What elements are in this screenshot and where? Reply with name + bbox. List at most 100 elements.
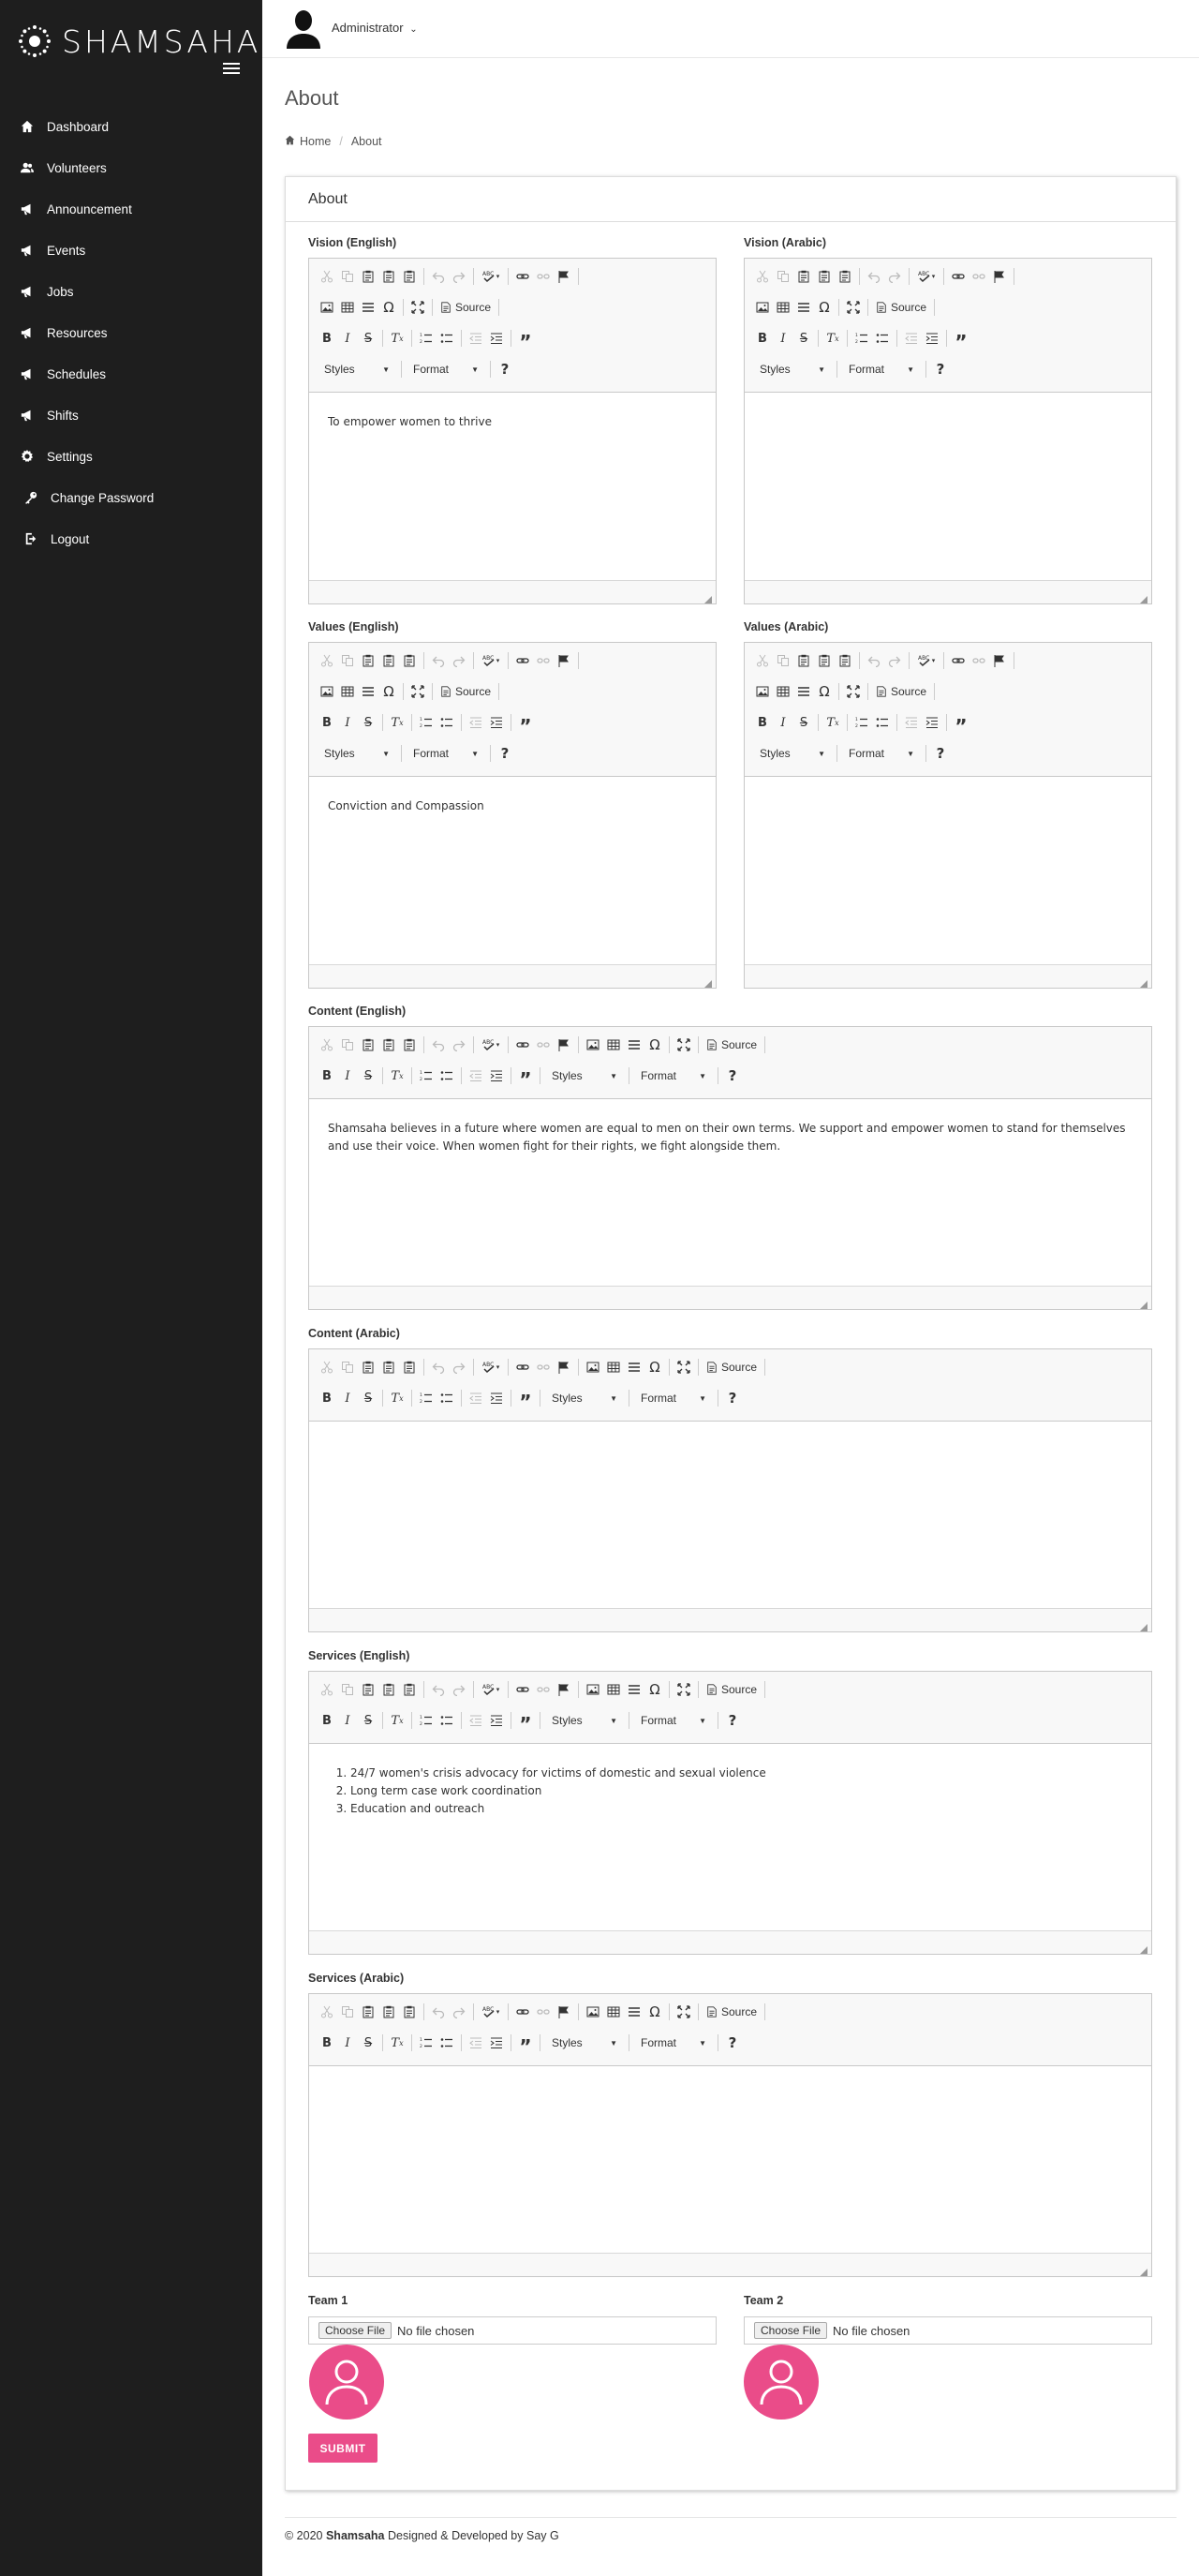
link-icon[interactable] (948, 650, 969, 671)
copy-icon[interactable] (337, 2002, 358, 2022)
paste-icon[interactable] (358, 1035, 378, 1055)
strikethrough-icon[interactable]: S (358, 1388, 378, 1408)
styles-dropdown[interactable]: Styles ▼ (317, 359, 397, 380)
editor-content-area[interactable] (745, 776, 1151, 965)
outdent-icon[interactable] (466, 712, 486, 733)
format-dropdown[interactable]: Format ▼ (406, 359, 486, 380)
breadcrumb-home[interactable]: Home (300, 135, 331, 148)
special-char-icon[interactable]: Ω (644, 1679, 665, 1700)
resize-handle-icon[interactable] (1140, 2265, 1147, 2276)
user-menu[interactable]: Administrator ⌄ (332, 21, 418, 35)
numbered-list-icon[interactable]: 12 (416, 1710, 437, 1731)
horizontal-line-icon[interactable] (624, 2002, 644, 2022)
undo-icon[interactable] (428, 650, 449, 671)
copy-icon[interactable] (337, 1357, 358, 1377)
horizontal-line-icon[interactable] (793, 681, 814, 702)
table-icon[interactable] (603, 1679, 624, 1700)
paste-text-icon[interactable] (814, 266, 835, 287)
table-icon[interactable] (337, 297, 358, 318)
paste-text-icon[interactable] (378, 1035, 399, 1055)
indent-icon[interactable] (922, 712, 942, 733)
remove-format-icon[interactable]: Tx (387, 328, 407, 349)
maximize-icon[interactable] (674, 1035, 694, 1055)
bulleted-list-icon[interactable] (872, 328, 893, 349)
bold-icon[interactable]: B (317, 1065, 337, 1086)
numbered-list-icon[interactable]: 12 (416, 2033, 437, 2053)
strikethrough-icon[interactable]: S (358, 1065, 378, 1086)
indent-icon[interactable] (486, 2033, 507, 2053)
styles-dropdown[interactable]: Styles ▼ (317, 743, 397, 764)
resize-handle-icon[interactable] (1140, 1620, 1147, 1631)
help-icon[interactable]: ? (930, 359, 951, 380)
cut-icon[interactable] (317, 650, 337, 671)
unlink-icon[interactable] (533, 650, 554, 671)
copy-icon[interactable] (337, 650, 358, 671)
source-button[interactable]: Source (872, 681, 930, 702)
editor-content-area[interactable] (309, 1421, 1151, 1609)
nav-item-settings[interactable]: Settings (0, 436, 262, 477)
logo[interactable]: SHAMSAHA (17, 22, 260, 60)
link-icon[interactable] (512, 1679, 533, 1700)
paste-icon[interactable] (358, 650, 378, 671)
copy-icon[interactable] (337, 1679, 358, 1700)
undo-icon[interactable] (428, 2002, 449, 2022)
maximize-icon[interactable] (407, 297, 428, 318)
submit-button[interactable]: SUBMIT (308, 2434, 377, 2463)
strikethrough-icon[interactable]: S (793, 328, 814, 349)
paste-icon[interactable] (793, 266, 814, 287)
image-icon[interactable] (317, 297, 337, 318)
horizontal-line-icon[interactable] (624, 1679, 644, 1700)
user-avatar-icon[interactable] (287, 7, 320, 49)
table-icon[interactable] (773, 681, 793, 702)
italic-icon[interactable]: I (337, 1710, 358, 1731)
spellcheck-icon[interactable]: ABC ▾ (478, 650, 504, 671)
strikethrough-icon[interactable]: S (358, 328, 378, 349)
editor-content-area[interactable]: To empower women to thrive (309, 392, 716, 581)
italic-icon[interactable]: I (773, 712, 793, 733)
special-char-icon[interactable]: Ω (378, 297, 399, 318)
editor-content-area[interactable] (309, 2065, 1151, 2254)
bulleted-list-icon[interactable] (437, 1065, 457, 1086)
cut-icon[interactable] (752, 266, 773, 287)
unlink-icon[interactable] (533, 1679, 554, 1700)
paste-word-icon[interactable] (835, 650, 855, 671)
anchor-flag-icon[interactable] (554, 650, 574, 671)
resize-handle-icon[interactable] (704, 976, 712, 988)
outdent-icon[interactable] (466, 328, 486, 349)
table-icon[interactable] (773, 297, 793, 318)
link-icon[interactable] (512, 650, 533, 671)
spellcheck-icon[interactable]: ABC ▾ (913, 266, 940, 287)
cut-icon[interactable] (752, 650, 773, 671)
format-dropdown[interactable]: Format ▼ (633, 1388, 714, 1408)
link-icon[interactable] (512, 266, 533, 287)
copy-icon[interactable] (337, 1035, 358, 1055)
cut-icon[interactable] (317, 1357, 337, 1377)
copy-icon[interactable] (773, 266, 793, 287)
format-dropdown[interactable]: Format ▼ (633, 1065, 714, 1086)
source-button[interactable]: Source (703, 1679, 761, 1700)
source-button[interactable]: Source (872, 297, 930, 318)
menu-toggle-icon[interactable] (223, 63, 240, 76)
numbered-list-icon[interactable]: 12 (416, 712, 437, 733)
nav-item-resources[interactable]: Resources (0, 312, 262, 353)
bulleted-list-icon[interactable] (872, 712, 893, 733)
image-icon[interactable] (317, 681, 337, 702)
help-icon[interactable]: ? (722, 1710, 743, 1731)
special-char-icon[interactable]: Ω (814, 297, 835, 318)
bulleted-list-icon[interactable] (437, 1388, 457, 1408)
special-char-icon[interactable]: Ω (644, 2002, 665, 2022)
special-char-icon[interactable]: Ω (378, 681, 399, 702)
spellcheck-icon[interactable]: ABC ▾ (478, 266, 504, 287)
paste-text-icon[interactable] (814, 650, 835, 671)
bold-icon[interactable]: B (317, 328, 337, 349)
outdent-icon[interactable] (466, 1065, 486, 1086)
bold-icon[interactable]: B (752, 328, 773, 349)
nav-item-change-password[interactable]: Change Password (0, 477, 262, 518)
blockquote-icon[interactable]: ” (515, 2033, 536, 2056)
spellcheck-icon[interactable]: ABC ▾ (913, 650, 940, 671)
maximize-icon[interactable] (843, 681, 864, 702)
bold-icon[interactable]: B (317, 1388, 337, 1408)
redo-icon[interactable] (449, 266, 469, 287)
styles-dropdown[interactable]: Styles ▼ (544, 2033, 625, 2053)
bold-icon[interactable]: B (752, 712, 773, 733)
